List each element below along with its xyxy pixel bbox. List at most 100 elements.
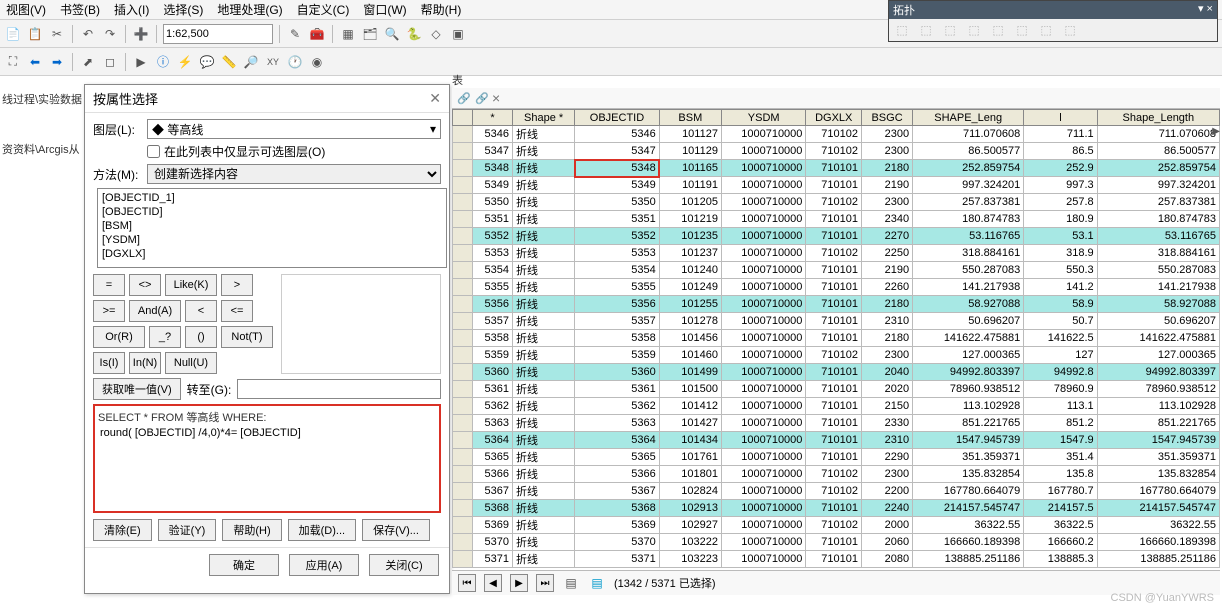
menu-geoprocessing[interactable]: 地理处理(G)	[217, 1, 282, 18]
field-item[interactable]: [DGXLX]	[100, 247, 444, 261]
col-header[interactable]: OBJECTID	[575, 110, 659, 126]
close-button[interactable]: 关闭(C)	[369, 554, 439, 576]
op-le[interactable]: <=	[221, 300, 253, 322]
col-header[interactable]: l	[1024, 110, 1097, 126]
field-item[interactable]: [YSDM]	[100, 233, 444, 247]
topo-ico-3[interactable]: ⬚	[941, 21, 959, 39]
python-icon[interactable]: 🐍	[405, 25, 423, 43]
show-all-icon[interactable]: ▤	[562, 574, 580, 592]
table-row[interactable]: 5353折线535310123710007100007101022250318.…	[453, 245, 1220, 262]
col-header[interactable]: DGXLX	[806, 110, 862, 126]
close-icon[interactable]: ✕	[429, 90, 441, 107]
load-button[interactable]: 加载(D)...	[288, 519, 356, 541]
op-gt[interactable]: >	[221, 274, 253, 296]
op-pct[interactable]: _?	[149, 326, 181, 348]
topo-ico-8[interactable]: ⬚	[1061, 21, 1079, 39]
table-row[interactable]: 5360折线5360101499100071000071010120409499…	[453, 364, 1220, 381]
menu-select[interactable]: 选择(S)	[163, 1, 203, 18]
method-combo[interactable]: 创建新选择内容	[147, 164, 441, 184]
copy-icon[interactable]: 📄	[4, 25, 22, 43]
table-row[interactable]: 5347折线53471011291000710000710102230086.5…	[453, 143, 1220, 160]
menu-customize[interactable]: 自定义(C)	[297, 1, 350, 18]
op-is[interactable]: Is(I)	[93, 352, 125, 374]
model-icon[interactable]: ◇	[427, 25, 445, 43]
topo-ico-6[interactable]: ⬚	[1013, 21, 1031, 39]
table-row[interactable]: 5348折线534810116510007100007101012180252.…	[453, 160, 1220, 177]
op-in[interactable]: In(N)	[129, 352, 161, 374]
select-arrow-icon[interactable]: ⬈	[79, 53, 97, 71]
measure-icon[interactable]: 📏	[220, 53, 238, 71]
prev-record-button[interactable]: ◀	[484, 574, 502, 592]
table-row[interactable]: 5365折线536510176110007100007101012290351.…	[453, 449, 1220, 466]
menu-help[interactable]: 帮助(H)	[421, 1, 462, 18]
data-grid[interactable]: *Shape *OBJECTIDBSMYSDMDGXLXBSGCSHAPE_Le…	[452, 109, 1220, 568]
col-header[interactable]: YSDM	[721, 110, 805, 126]
time-icon[interactable]: 🕐	[286, 53, 304, 71]
op-ge[interactable]: >=	[93, 300, 125, 322]
col-header[interactable]: BSGC	[862, 110, 913, 126]
topo-ico-7[interactable]: ⬚	[1037, 21, 1055, 39]
topo-ico-5[interactable]: ⬚	[989, 21, 1007, 39]
hyperlink-icon[interactable]: ⚡	[176, 53, 194, 71]
rel-icon[interactable]: 🔗	[456, 90, 472, 106]
html-popup-icon[interactable]: 💬	[198, 53, 216, 71]
table-row[interactable]: 5350折线535010120510007100007101022300257.…	[453, 194, 1220, 211]
apply-button[interactable]: 应用(A)	[289, 554, 359, 576]
ok-button[interactable]: 确定	[209, 554, 279, 576]
help-button[interactable]: 帮助(H)	[222, 519, 281, 541]
catalog-icon[interactable]: 🗂	[361, 25, 379, 43]
verify-button[interactable]: 验证(Y)	[158, 519, 217, 541]
table-row[interactable]: 5368折线5368102913100071000071010122402141…	[453, 500, 1220, 517]
redo-icon[interactable]: ↷	[101, 25, 119, 43]
xy-icon[interactable]: XY	[264, 53, 282, 71]
col-header[interactable]: SHAPE_Leng	[913, 110, 1024, 126]
clear-button[interactable]: 清除(E)	[93, 519, 152, 541]
menu-bookmark[interactable]: 书签(B)	[60, 1, 100, 18]
save-button[interactable]: 保存(V)...	[362, 519, 430, 541]
table-row[interactable]: 5346折线534610112710007100007101022300711.…	[453, 126, 1220, 143]
toolbox-icon[interactable]: 🧰	[308, 25, 326, 43]
full-extent-icon[interactable]: ⛶	[4, 53, 22, 71]
scroll-right-icon[interactable]: ▶	[1212, 126, 1220, 137]
table-row[interactable]: 5354折线535410124010007100007101012190550.…	[453, 262, 1220, 279]
back-icon[interactable]: ⬅	[26, 53, 44, 71]
table-row[interactable]: 5362折线536210141210007100007101012150113.…	[453, 398, 1220, 415]
undo-icon[interactable]: ↶	[79, 25, 97, 43]
topo-ico-4[interactable]: ⬚	[965, 21, 983, 39]
pointer-icon[interactable]: ▶	[132, 53, 150, 71]
table-row[interactable]: 5370折线5370103222100071000071010120601666…	[453, 534, 1220, 551]
table-row[interactable]: 5356折线53561012551000710000710101218058.9…	[453, 296, 1220, 313]
table-row[interactable]: 5371折线5371103223100071000071010120801388…	[453, 551, 1220, 568]
table-icon[interactable]: ▦	[339, 25, 357, 43]
op-null[interactable]: Null(U)	[165, 352, 217, 374]
table-row[interactable]: 5351折线535110121910007100007101012340180.…	[453, 211, 1220, 228]
topo-ico-1[interactable]: ⬚	[893, 21, 911, 39]
op-or[interactable]: Or(R)	[93, 326, 145, 348]
search-icon[interactable]: 🔍	[383, 25, 401, 43]
op-and[interactable]: And(A)	[129, 300, 181, 322]
editor-icon[interactable]: ✎	[286, 25, 304, 43]
layer-combo[interactable]: ◆ 等高线▾	[147, 119, 441, 139]
table-row[interactable]: 5355折线535510124910007100007101012260141.…	[453, 279, 1220, 296]
table-row[interactable]: 5367折线5367102824100071000071010222001677…	[453, 483, 1220, 500]
menu-view[interactable]: 视图(V)	[6, 1, 46, 18]
op-not[interactable]: Not(T)	[221, 326, 273, 348]
table-row[interactable]: 5366折线536610180110007100007101022300135.…	[453, 466, 1220, 483]
layers-icon[interactable]: ▣	[449, 25, 467, 43]
goto-input[interactable]	[237, 379, 441, 399]
field-item[interactable]: [BSM]	[100, 219, 444, 233]
menu-insert[interactable]: 插入(I)	[114, 1, 149, 18]
op-like[interactable]: Like(K)	[165, 274, 217, 296]
table-row[interactable]: 5352折线53521012351000710000710101227053.1…	[453, 228, 1220, 245]
find-icon[interactable]: 🔎	[242, 53, 260, 71]
table-row[interactable]: 5364折线5364101434100071000071010123101547…	[453, 432, 1220, 449]
go-icon[interactable]: ◉	[308, 53, 326, 71]
tree-node-2[interactable]: 资资料\Arcgis从	[2, 140, 83, 160]
op-ne[interactable]: <>	[129, 274, 161, 296]
table-row[interactable]: 5361折线5361101500100071000071010120207896…	[453, 381, 1220, 398]
topology-close[interactable]: ▾ ×	[1198, 2, 1213, 18]
table-row[interactable]: 5369折线5369102927100071000071010220003632…	[453, 517, 1220, 534]
tab-close-icon[interactable]: ×	[492, 90, 500, 106]
first-record-button[interactable]: ⏮	[458, 574, 476, 592]
last-record-button[interactable]: ⏭	[536, 574, 554, 592]
